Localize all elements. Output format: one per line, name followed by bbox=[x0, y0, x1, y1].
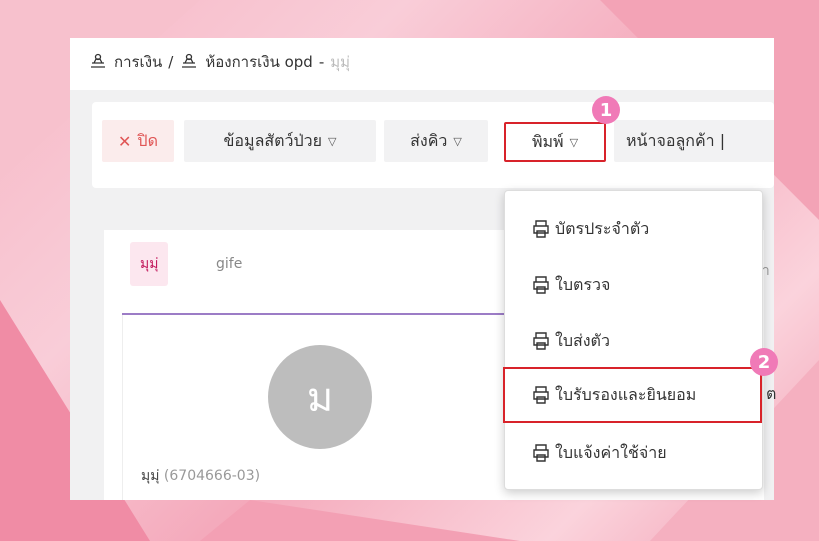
menu-item-referral[interactable]: ใบส่งตัว bbox=[505, 313, 762, 369]
print-label: พิมพ์ bbox=[531, 131, 564, 151]
breadcrumb-separator: / bbox=[168, 53, 174, 71]
pet-identifier: มุมุ่ (6704666-03) bbox=[141, 465, 260, 487]
breadcrumb: การเงิน / ห้องการเงิน opd - มุมุ่ bbox=[88, 50, 350, 74]
tab-label: มุมุ่ bbox=[140, 256, 159, 272]
menu-item-id-card[interactable]: บัตรประจำตัว bbox=[505, 201, 762, 257]
printer-icon bbox=[533, 444, 549, 462]
step-badge-1: 1 bbox=[592, 96, 620, 124]
cashier-icon bbox=[182, 53, 197, 68]
customer-screen-button[interactable]: หน้าจอลูกค้า | bbox=[614, 120, 774, 162]
breadcrumb-item-pet: มุมุ่ bbox=[330, 53, 351, 71]
chevron-down-icon: ▽ bbox=[453, 134, 462, 148]
cashier-icon bbox=[91, 53, 105, 68]
background-peek-text: ต bbox=[766, 384, 777, 403]
send-queue-label: ส่งคิว bbox=[410, 130, 448, 150]
menu-item-expense-notice[interactable]: ใบแจ้งค่าใช้จ่าย bbox=[505, 425, 762, 481]
printer-icon bbox=[533, 386, 549, 404]
pet-info-label: ข้อมูลสัตว์ป่วย bbox=[223, 130, 323, 150]
tab-gife[interactable]: gife bbox=[216, 242, 242, 286]
breadcrumb-dash: - bbox=[318, 53, 325, 71]
customer-screen-label: หน้าจอลูกค้า | bbox=[626, 130, 726, 150]
menu-item-label: ใบส่งตัว bbox=[555, 330, 610, 350]
menu-item-label: บัตรประจำตัว bbox=[555, 218, 650, 238]
print-button[interactable]: พิมพ์ ▽ bbox=[504, 122, 606, 162]
avatar: ม bbox=[268, 345, 372, 449]
step-badge-2: 2 bbox=[750, 348, 778, 376]
printer-icon bbox=[533, 220, 549, 238]
menu-item-consent-form[interactable]: ใบรับรองและยินยอม bbox=[503, 367, 762, 423]
chevron-down-icon: ▽ bbox=[328, 134, 337, 148]
tab-pet-mumu[interactable]: มุมุ่ bbox=[130, 242, 169, 286]
breadcrumb-item-opd-cashier[interactable]: ห้องการเงิน opd bbox=[205, 50, 312, 74]
close-icon: ✕ bbox=[118, 131, 132, 151]
close-button[interactable]: ✕ ปิด bbox=[102, 120, 174, 162]
print-dropdown-menu: บัตรประจำตัว ใบตรวจ ใบส่งตัว ใบรับรองและ… bbox=[503, 190, 763, 490]
pet-profile: ม มุมุ่ (6704666-03) bbox=[122, 315, 523, 500]
printer-icon bbox=[533, 332, 549, 350]
pet-info-button[interactable]: ข้อมูลสัตว์ป่วย ▽ bbox=[184, 120, 376, 162]
send-queue-button[interactable]: ส่งคิว ▽ bbox=[384, 120, 488, 162]
pet-name: มุมุ่ bbox=[141, 468, 160, 484]
menu-item-label: ใบตรวจ bbox=[555, 274, 611, 294]
printer-icon bbox=[533, 276, 549, 294]
tab-label: gife bbox=[216, 256, 243, 272]
menu-item-label: ใบรับรองและยินยอม bbox=[555, 384, 697, 404]
toolbar: ✕ ปิด ข้อมูลสัตว์ป่วย ▽ ส่งคิว ▽ พิมพ์ ▽… bbox=[92, 102, 774, 188]
breadcrumb-item-finance[interactable]: การเงิน bbox=[114, 50, 162, 74]
chevron-down-icon: ▽ bbox=[569, 135, 579, 149]
menu-item-label: ใบแจ้งค่าใช้จ่าย bbox=[555, 442, 667, 462]
pet-code: (6704666-03) bbox=[163, 468, 261, 484]
menu-item-exam-form[interactable]: ใบตรวจ bbox=[505, 257, 762, 313]
close-label: ปิด bbox=[137, 130, 158, 150]
